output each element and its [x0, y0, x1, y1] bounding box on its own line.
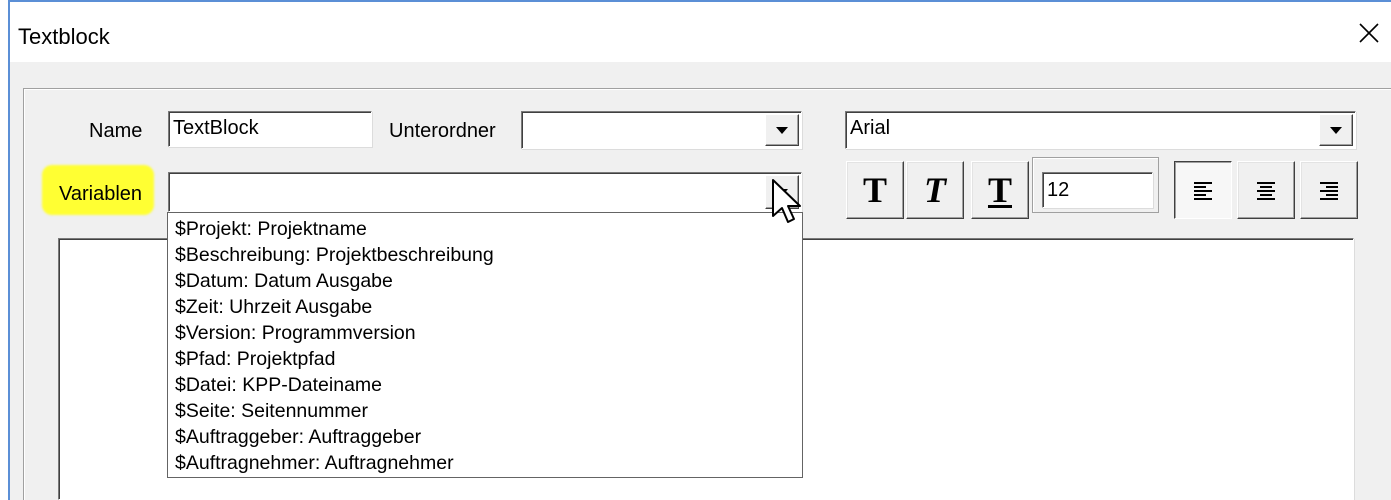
- align-right-button[interactable]: [1300, 161, 1358, 219]
- align-right-icon: [1320, 182, 1338, 200]
- underline-icon: T: [987, 170, 1012, 210]
- list-item[interactable]: $Datei: KPP-Dateiname: [175, 374, 382, 397]
- chevron-down-icon: [776, 188, 788, 196]
- variables-combobox[interactable]: [168, 172, 802, 212]
- name-input[interactable]: TextBlock: [168, 111, 372, 147]
- close-icon[interactable]: [1356, 20, 1382, 46]
- list-item[interactable]: $Beschreibung: Projektbeschreibung: [175, 244, 494, 267]
- chevron-down-icon: [776, 126, 788, 134]
- italic-button[interactable]: T: [906, 161, 964, 219]
- font-size-value: 12: [1047, 179, 1070, 201]
- window-title: Textblock: [18, 24, 110, 49]
- name-input-value: TextBlock: [173, 117, 259, 139]
- subfolder-combobox[interactable]: [521, 111, 802, 149]
- list-item[interactable]: $Projekt: Projektname: [175, 218, 367, 241]
- variables-dropdown-list[interactable]: $Projekt: Projektname $Beschreibung: Pro…: [167, 212, 803, 478]
- title-bar[interactable]: [10, 2, 1391, 62]
- name-label: Name: [89, 120, 143, 142]
- bold-icon: T: [862, 170, 887, 210]
- underline-button[interactable]: T: [971, 161, 1029, 219]
- variables-label: Variablen: [59, 183, 143, 205]
- list-item[interactable]: $Seite: Seitennummer: [175, 400, 368, 423]
- variables-dropdown-button[interactable]: [765, 175, 799, 209]
- list-item[interactable]: $Version: Programmversion: [175, 322, 416, 345]
- font-combobox[interactable]: Arial: [845, 111, 1356, 149]
- list-item[interactable]: $Zeit: Uhrzeit Ausgabe: [175, 296, 372, 319]
- list-item[interactable]: $Pfad: Projektpfad: [175, 348, 335, 371]
- align-center-button[interactable]: [1237, 161, 1295, 219]
- align-left-button[interactable]: [1174, 161, 1232, 219]
- align-left-icon: [1194, 182, 1212, 200]
- font-dropdown-button[interactable]: [1319, 114, 1353, 146]
- subfolder-label: Unterordner: [389, 120, 496, 142]
- font-value: Arial: [850, 117, 891, 139]
- align-center-icon: [1257, 182, 1275, 200]
- bold-button[interactable]: T: [846, 161, 904, 219]
- list-item[interactable]: $Auftraggeber: Auftraggeber: [175, 426, 421, 449]
- font-size-input[interactable]: 12: [1042, 172, 1153, 208]
- list-item[interactable]: $Datum: Datum Ausgabe: [175, 270, 393, 293]
- italic-icon: T: [924, 170, 946, 210]
- list-item[interactable]: $Auftragnehmer: Auftragnehmer: [175, 452, 454, 475]
- chevron-down-icon: [1330, 126, 1342, 134]
- subfolder-dropdown-button[interactable]: [765, 114, 799, 146]
